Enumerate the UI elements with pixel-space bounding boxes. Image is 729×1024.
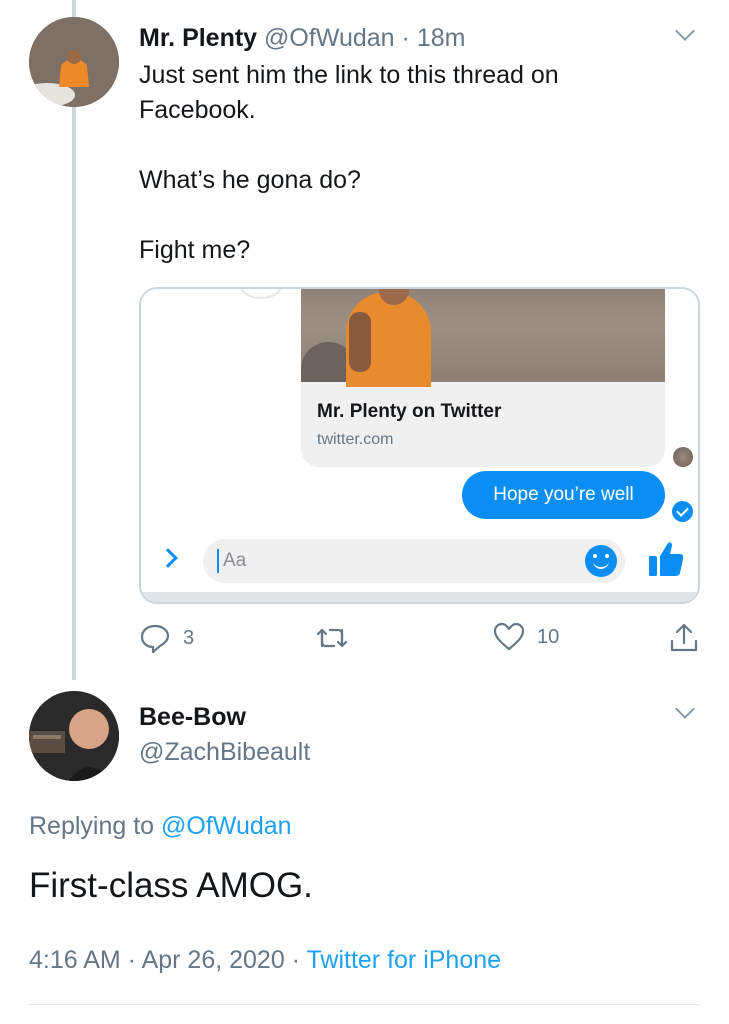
tweet-line: Fight me?	[139, 236, 251, 264]
tweet-time: 4:16 AM	[29, 946, 121, 974]
tweet-line: What’s he gona do?	[139, 166, 361, 194]
tweet-text: Just sent him the link to this thread on…	[139, 58, 699, 268]
embed-bottom-strip	[141, 592, 698, 602]
recipient-avatar	[673, 447, 693, 467]
tweet-date: Apr 26, 2020	[141, 946, 285, 974]
chevron-right-icon	[158, 548, 178, 568]
avatar[interactable]	[29, 691, 119, 781]
mention-link[interactable]: @OfWudan	[161, 812, 292, 840]
link-preview-image	[301, 289, 665, 387]
profile-photo	[29, 691, 119, 781]
link-preview-card: Mr. Plenty on Twitter twitter.com	[301, 289, 665, 467]
retweet-button[interactable]	[314, 622, 350, 654]
link-preview-url: twitter.com	[317, 431, 394, 448]
chevron-down-icon[interactable]	[675, 21, 695, 41]
separator-dot: ·	[120, 946, 142, 974]
avatar-edge	[239, 289, 283, 299]
tweet-timestamp[interactable]: 18m	[417, 24, 466, 52]
tweet-header: Mr. Plenty @OfWudan · 18m	[139, 22, 465, 54]
author-handle[interactable]: @ZachBibeault	[139, 738, 310, 767]
seen-check-icon	[672, 501, 693, 522]
replying-prefix: Replying to	[29, 812, 162, 840]
separator-dot: ·	[284, 946, 307, 974]
smile-icon	[585, 545, 617, 577]
tweet-line: Facebook.	[139, 96, 256, 124]
tweet-meta: 4:16 AM · Apr 26, 2020 · Twitter for iPh…	[29, 946, 501, 975]
tweet-line: Just sent him the link to this thread on	[139, 61, 559, 89]
author-name[interactable]: Mr. Plenty	[139, 24, 257, 52]
attached-screenshot[interactable]: Mr. Plenty on Twitter twitter.com Hope y…	[139, 287, 700, 604]
like-button[interactable]: 10	[493, 622, 559, 652]
reply-button[interactable]: 3	[139, 622, 194, 654]
text-cursor	[217, 549, 219, 573]
separator-dot: ·	[401, 24, 410, 52]
reply-count: 3	[183, 626, 195, 649]
reply-icon	[140, 624, 170, 654]
link-preview-title: Mr. Plenty on Twitter	[317, 401, 502, 422]
divider	[29, 1004, 700, 1005]
tweet-text: First-class AMOG.	[29, 866, 313, 905]
author-handle[interactable]: @OfWudan	[264, 24, 395, 52]
message-bubble: Hope you’re well	[462, 471, 665, 519]
monk-avatar-image	[29, 17, 119, 107]
like-count: 10	[537, 625, 560, 648]
composer-placeholder: Aa	[223, 550, 247, 571]
replying-to: Replying to @OfWudan	[29, 812, 292, 841]
chevron-down-icon[interactable]	[675, 699, 695, 719]
share-button[interactable]	[668, 622, 700, 654]
retweet-icon	[316, 628, 348, 648]
author-name[interactable]: Bee-Bow	[139, 703, 246, 732]
share-icon	[670, 623, 698, 652]
avatar[interactable]	[29, 17, 119, 107]
tweet-actions: 3 10	[0, 622, 729, 658]
thumbs-up-icon	[649, 542, 684, 576]
tweet-source-link[interactable]: Twitter for iPhone	[307, 946, 502, 974]
heart-icon	[493, 622, 525, 651]
message-composer: Aa	[203, 539, 625, 583]
